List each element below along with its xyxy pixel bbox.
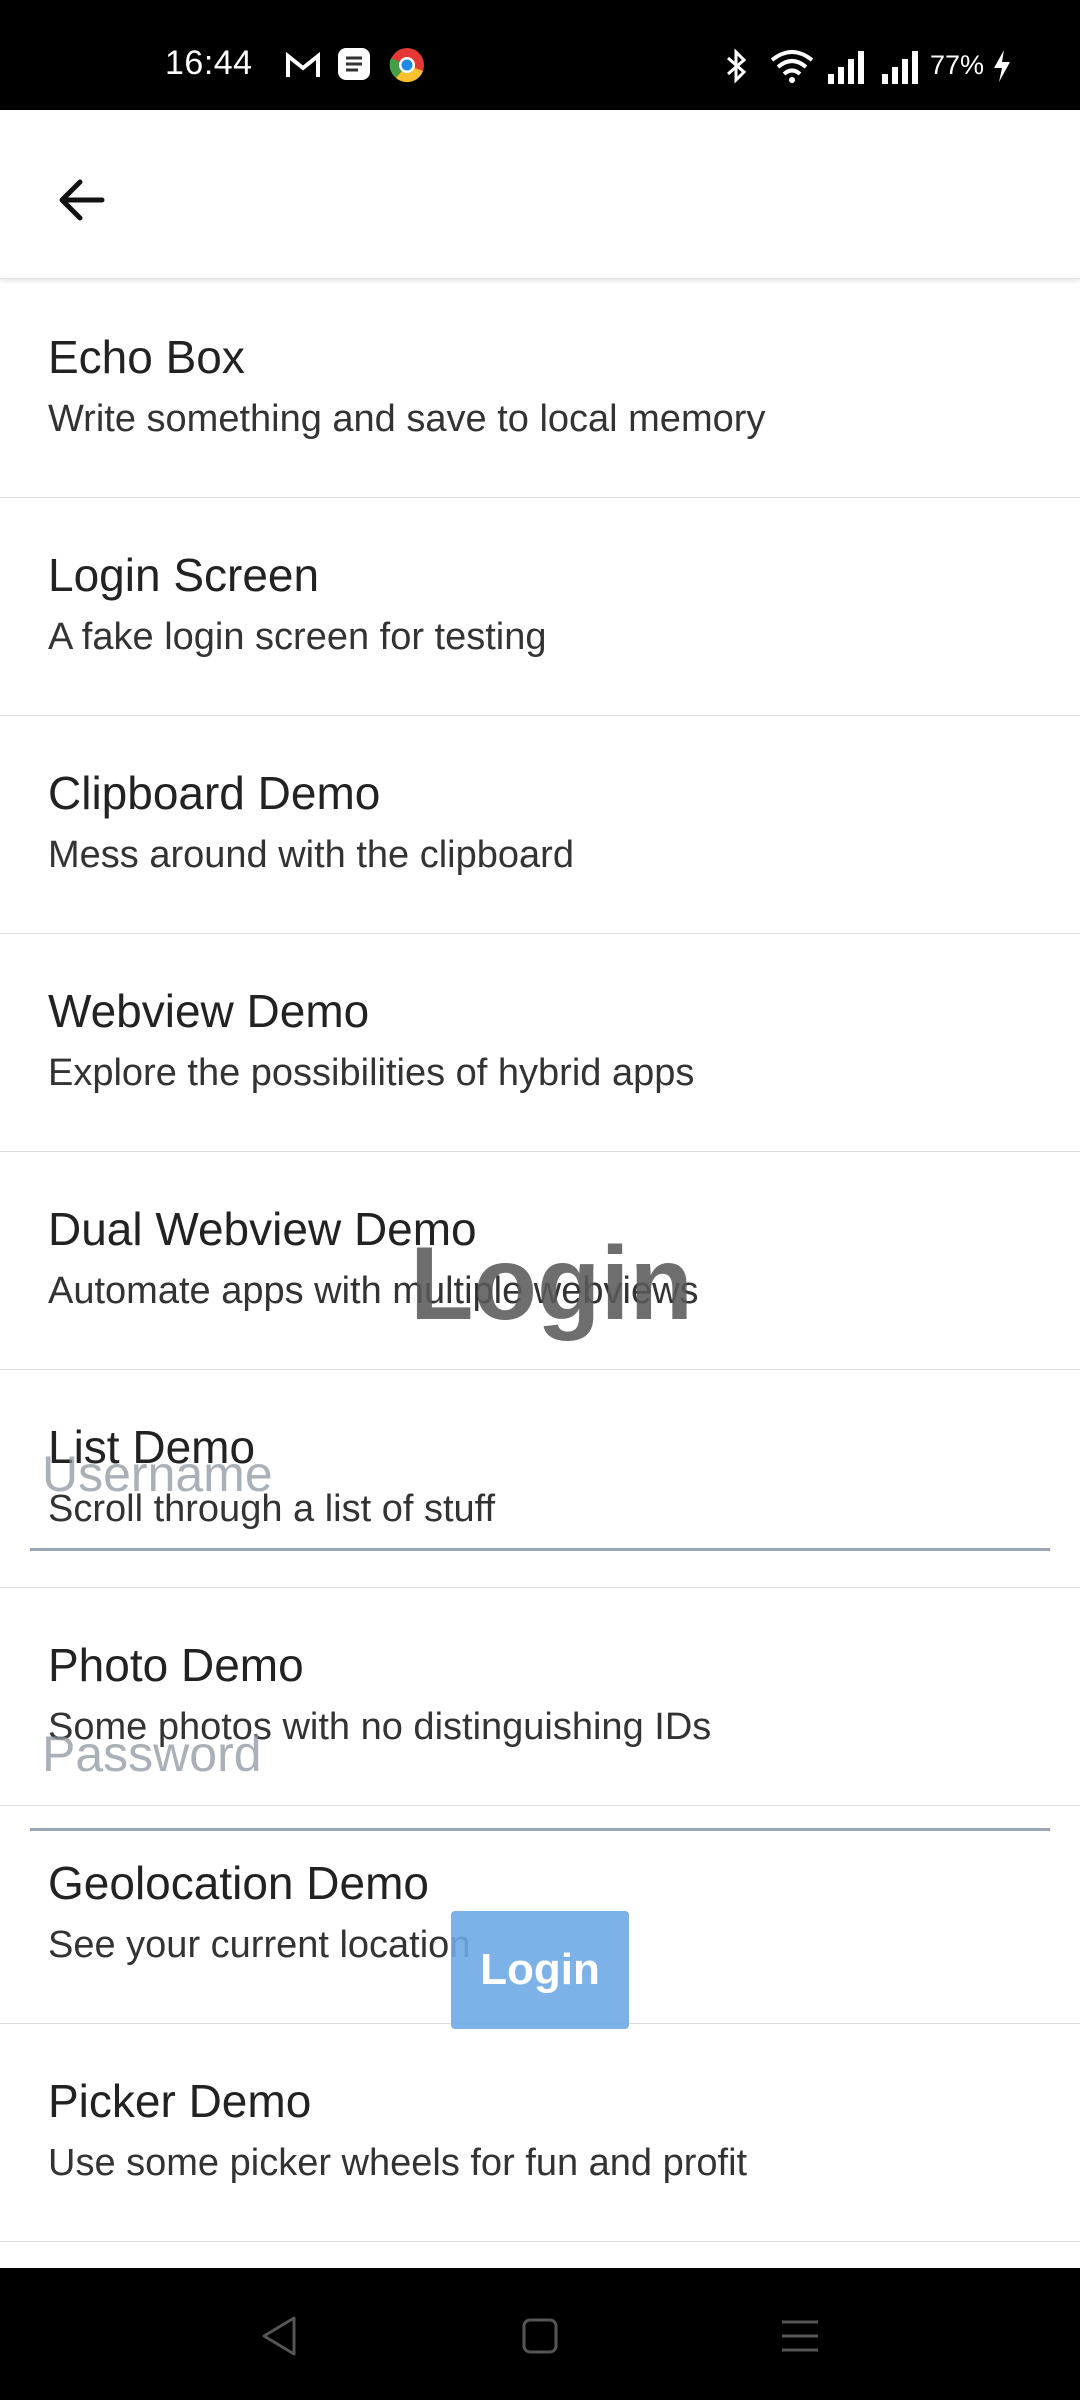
list-item-subtitle: Write something and save to local memory: [48, 398, 766, 440]
list-item-title: Picker Demo: [48, 2075, 312, 2127]
nav-back-icon[interactable]: [250, 2312, 310, 2360]
list-item-login-screen[interactable]: Login Screen A fake login screen for tes…: [0, 498, 1080, 716]
list-item-clipboard-demo[interactable]: Clipboard Demo Mess around with the clip…: [0, 716, 1080, 934]
list-item-subtitle: See your current location: [48, 1924, 471, 1966]
username-underline: [30, 1548, 1050, 1551]
username-field[interactable]: Username: [42, 1445, 273, 1503]
battery-level: 77%: [930, 50, 985, 80]
list-item-title: Photo Demo: [48, 1639, 304, 1691]
status-bar: 16:44 77%: [0, 0, 1080, 110]
bluetooth-icon: [727, 48, 747, 84]
password-field[interactable]: Password: [42, 1725, 262, 1783]
list-item-title: Echo Box: [48, 331, 245, 383]
login-title: Login: [410, 1226, 694, 1342]
wifi-icon: [770, 50, 814, 83]
nav-home-icon[interactable]: [510, 2312, 570, 2360]
nav-bar: [0, 2268, 1080, 2400]
gmail-icon: [286, 51, 320, 77]
list-item-echo-box[interactable]: Echo Box Write something and save to loc…: [0, 280, 1080, 498]
status-time: 16:44: [165, 44, 253, 82]
password-underline: [30, 1828, 1050, 1831]
list-item-title: Login Screen: [48, 549, 320, 601]
list-item-title: Clipboard Demo: [48, 767, 381, 819]
list-item-title: Webview Demo: [48, 985, 370, 1037]
list-item-webview-demo[interactable]: Webview Demo Explore the possibilities o…: [0, 934, 1080, 1152]
list-item-title: Geolocation Demo: [48, 1857, 429, 1909]
signal-icon: [882, 51, 918, 84]
signal-icon: [828, 51, 864, 84]
list-item-subtitle: A fake login screen for testing: [48, 616, 547, 658]
list-item-subtitle: Use some picker wheels for fun and profi…: [48, 2142, 748, 2184]
nav-recents-icon[interactable]: [770, 2312, 830, 2360]
app-icon: [338, 48, 370, 80]
app-bar: [0, 110, 1080, 279]
list-item-picker-demo[interactable]: Picker Demo Use some picker wheels for f…: [0, 2024, 1080, 2242]
charging-icon: [994, 50, 1010, 82]
arrow-back-icon[interactable]: [44, 160, 124, 240]
login-button[interactable]: Login: [451, 1911, 629, 2029]
list-item-subtitle: Mess around with the clipboard: [48, 834, 574, 876]
chrome-icon: [389, 48, 424, 83]
list-item-subtitle: Explore the possibilities of hybrid apps: [48, 1052, 695, 1094]
